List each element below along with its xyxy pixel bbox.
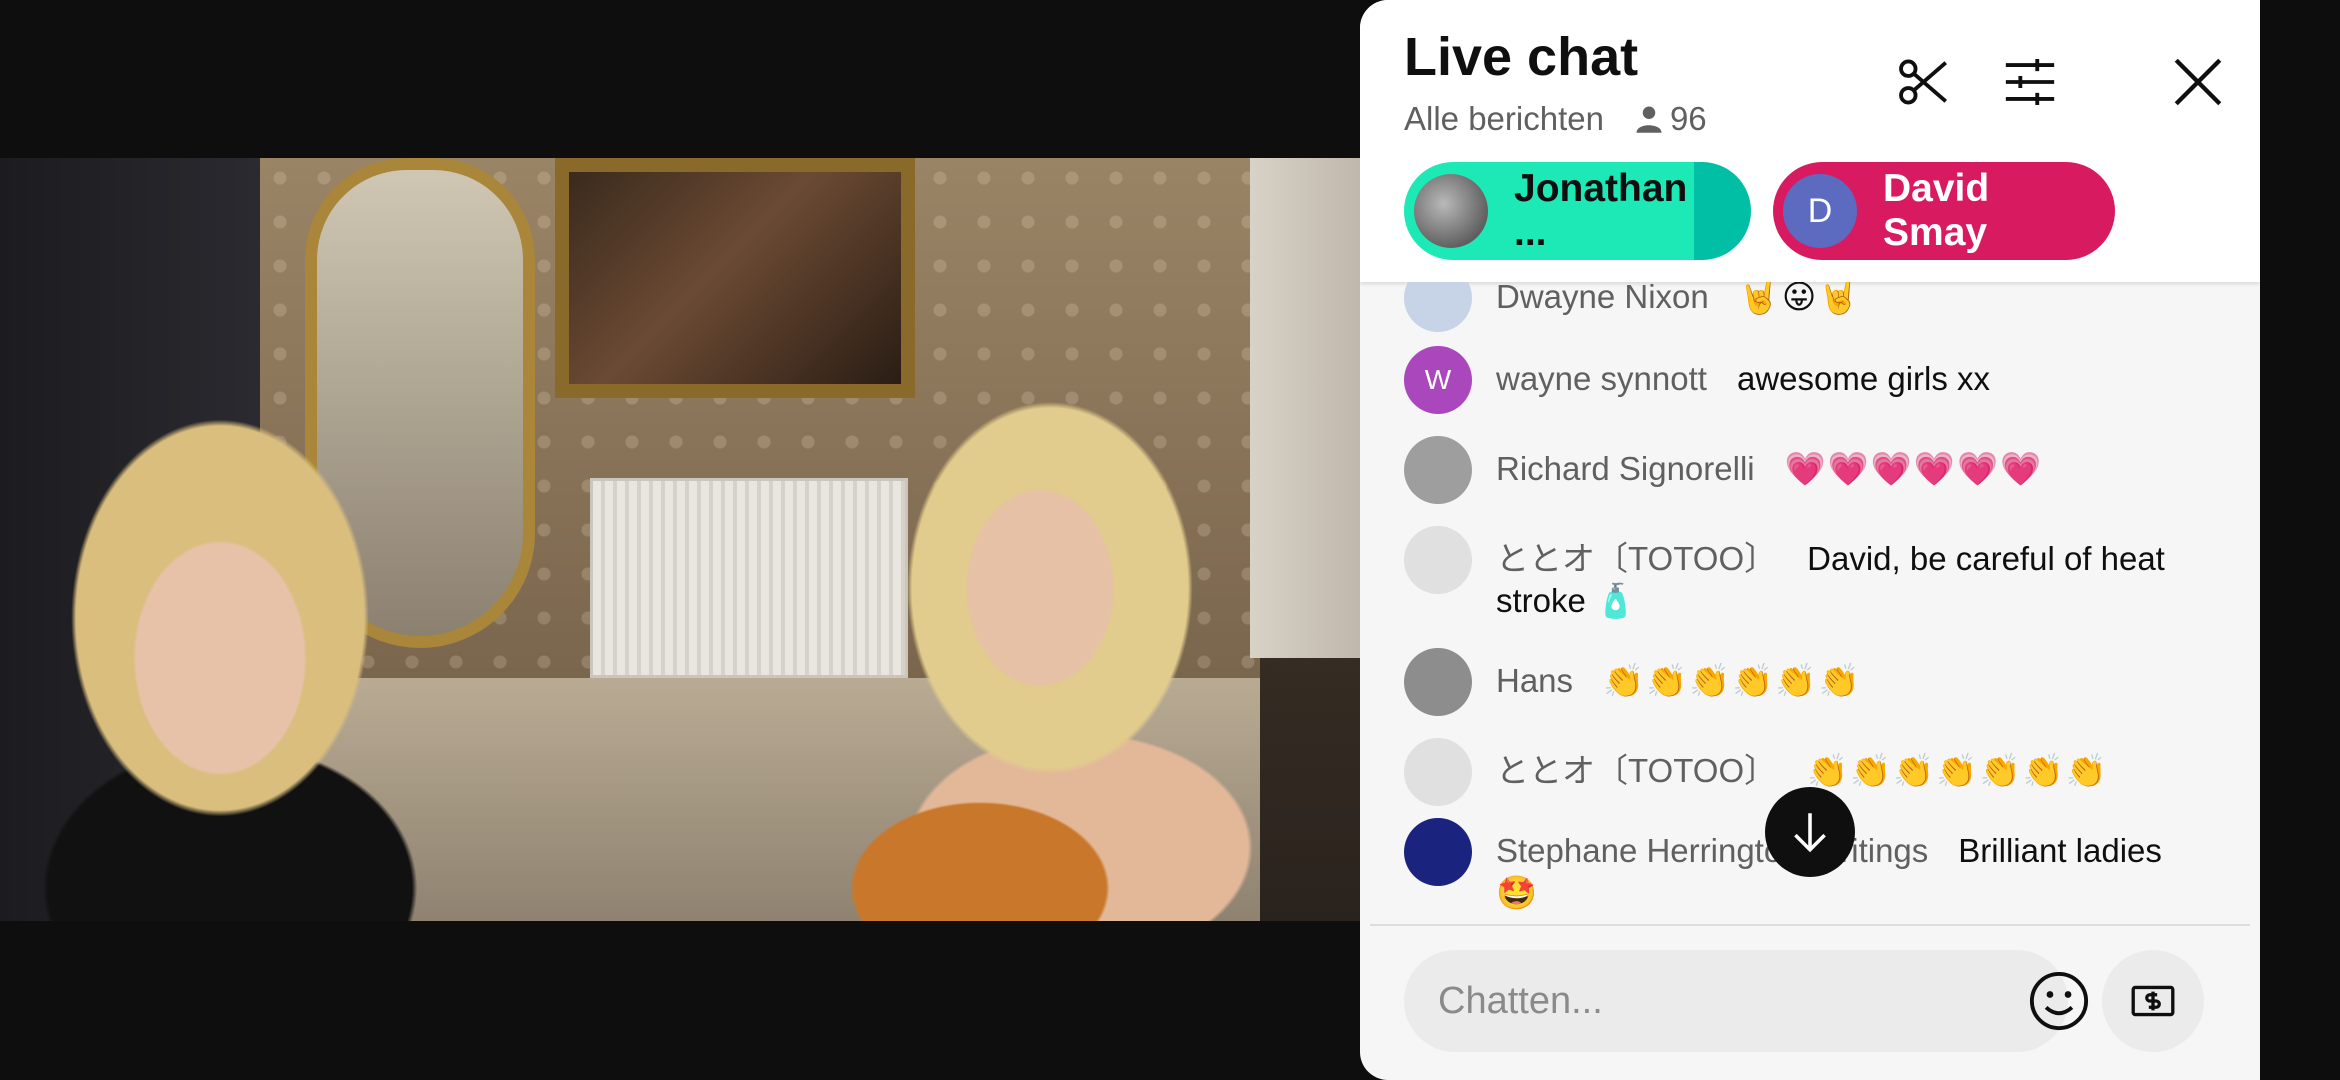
message-text: 👏👏👏👏👏👏 <box>1603 662 1862 699</box>
video-player[interactable] <box>0 0 1360 1080</box>
avatar: W <box>1404 346 1472 414</box>
list-item: Dwayne Nixon 🤘😛🤘 <box>1404 282 2204 332</box>
chat-title: Live chat <box>1404 27 1639 87</box>
chip-label: David Smay <box>1883 167 1990 254</box>
message-text: 💗💗💗💗💗💗 <box>1784 450 2044 487</box>
video-frame[interactable] <box>0 158 1360 921</box>
scroll-to-bottom-button[interactable] <box>1765 787 1855 877</box>
message-author[interactable]: wayne synnott <box>1496 360 1707 397</box>
live-chat-panel: Live chat Alle berichten 96 Jonathan ...… <box>1360 0 2260 1080</box>
chat-filter[interactable]: Alle berichten 96 <box>1404 100 1707 138</box>
super-chat-button[interactable] <box>2102 950 2204 1052</box>
message-text: awesome girls xx <box>1736 360 1991 397</box>
message-author[interactable]: Dwayne Nixon <box>1496 282 1709 315</box>
avatar <box>1404 282 1472 332</box>
list-item: Hans 👏👏👏👏👏👏 <box>1404 648 2204 716</box>
close-icon <box>2174 58 2222 106</box>
avatar <box>1404 738 1472 806</box>
pinned-chips: Jonathan ... D David Smay <box>1404 162 2115 260</box>
avatar <box>1404 436 1472 504</box>
message-text: 👏👏👏👏👏👏👏 <box>1807 752 2109 789</box>
chat-input-placeholder: Chatten... <box>1438 979 1603 1022</box>
avatar <box>1404 648 1472 716</box>
sliders-icon <box>2005 59 2055 105</box>
chat-input[interactable]: Chatten... <box>1404 950 2089 1052</box>
chat-settings-button[interactable] <box>1998 50 2062 114</box>
viewer-count-value: 96 <box>1669 100 1707 137</box>
video-person-right <box>780 368 1340 921</box>
arrow-down-icon <box>1794 813 1826 853</box>
video-person-left <box>20 368 580 921</box>
emoji-icon[interactable] <box>2028 970 2090 1032</box>
chip-jonathan[interactable]: Jonathan ... <box>1404 162 1751 260</box>
avatar <box>1404 818 1472 886</box>
message-author[interactable]: Hans <box>1496 662 1573 699</box>
list-item: ととオ〔TOTOO〕 David, be careful of heat stro… <box>1404 526 2204 622</box>
scissors-icon <box>1899 59 1948 105</box>
avatar <box>1404 526 1472 594</box>
message-author[interactable]: Richard Signorelli <box>1496 450 1755 487</box>
viewer-count: 96 <box>1634 100 1707 138</box>
message-author[interactable]: Stephane Herrington Writings <box>1496 832 1928 869</box>
video-painting <box>555 158 915 398</box>
avatar: D <box>1783 174 1857 248</box>
person-icon <box>1636 106 1662 133</box>
chat-filter-label: Alle berichten <box>1404 100 1604 137</box>
chat-header: Live chat Alle berichten 96 Jonathan ...… <box>1360 0 2260 282</box>
chip-label: Jonathan ... <box>1514 167 1688 254</box>
divider <box>1370 924 2250 926</box>
clip-button[interactable] <box>1892 50 1956 114</box>
list-item: W wayne synnott awesome girls xx <box>1404 346 2204 414</box>
message-author[interactable]: ととオ〔TOTOO〕 <box>1496 752 1777 789</box>
chip-david[interactable]: D David Smay <box>1773 162 2115 260</box>
close-chat-button[interactable] <box>2166 50 2230 114</box>
message-text: 🤘😛🤘 <box>1738 282 1862 315</box>
avatar <box>1414 174 1488 248</box>
list-item: Richard Signorelli 💗💗💗💗💗💗 <box>1404 436 2204 504</box>
money-icon <box>2131 985 2175 1017</box>
message-author[interactable]: ととオ〔TOTOO〕 <box>1496 540 1777 577</box>
